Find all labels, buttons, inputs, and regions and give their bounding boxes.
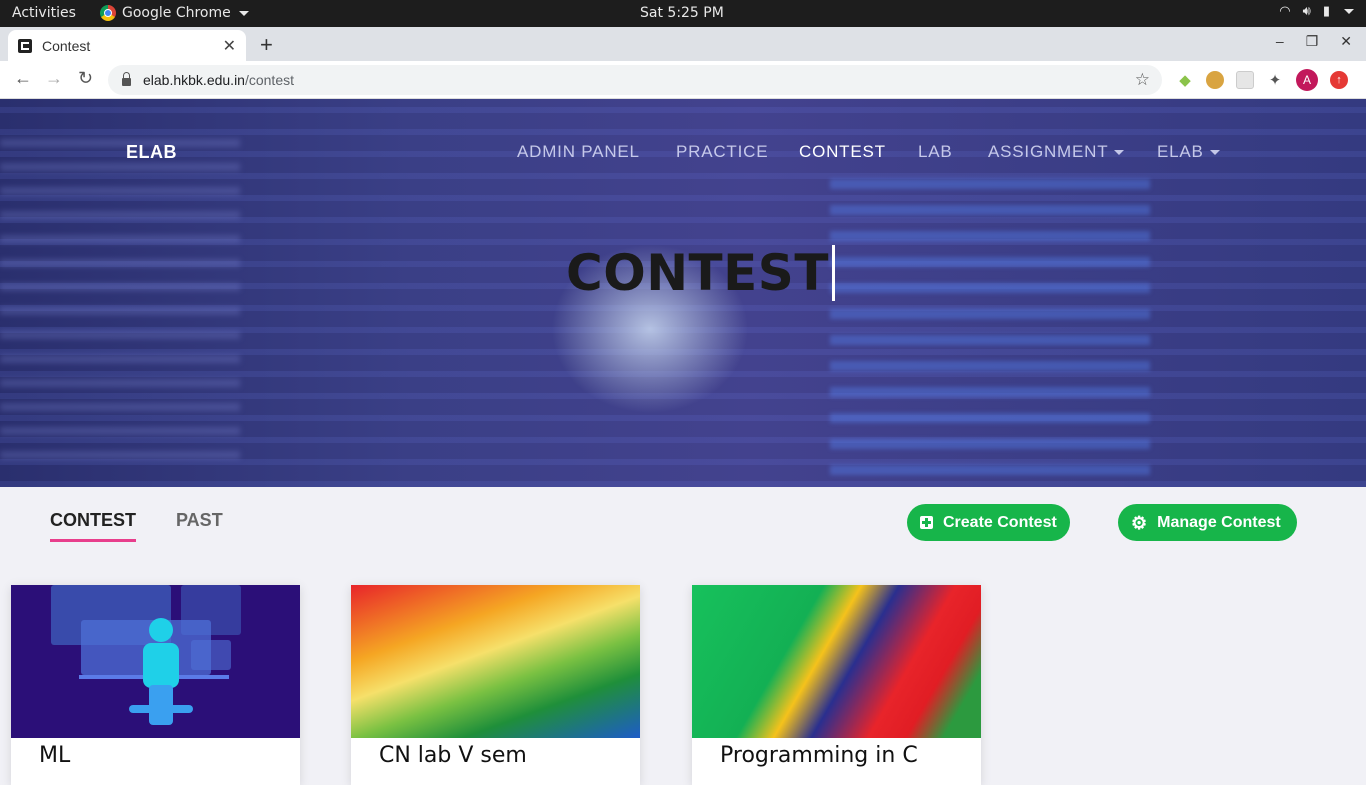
- card-title: Programming in C: [720, 743, 918, 768]
- clock[interactable]: Sat 5:25 PM: [640, 5, 724, 21]
- chevron-down-icon: [1344, 9, 1354, 14]
- nav-practice[interactable]: PRACTICE: [676, 142, 768, 162]
- nav-contest[interactable]: CONTEST: [799, 142, 886, 162]
- contest-card-ml[interactable]: ML: [11, 585, 300, 785]
- url-path: /contest: [244, 72, 294, 88]
- card-title: ML: [39, 743, 71, 768]
- app-menu[interactable]: Google Chrome: [100, 5, 249, 21]
- contest-tabs: CONTEST PAST: [50, 510, 223, 542]
- reload-icon[interactable]: ↻: [78, 68, 93, 89]
- close-tab-icon[interactable]: ✕: [223, 36, 236, 56]
- close-window-icon[interactable]: ✕: [1340, 33, 1352, 50]
- wifi-icon: ◠: [1279, 4, 1291, 19]
- browser-toolbar: ← → ↻ elab.hkbk.edu.in /contest ☆ ◆ ✦ A …: [0, 61, 1366, 99]
- developer-illustration: [51, 585, 241, 725]
- main-nav: ADMIN PANEL PRACTICE CONTEST LAB ASSIGNM…: [0, 142, 1366, 164]
- forward-arrow-icon[interactable]: →: [45, 68, 63, 89]
- cogs-icon: ⚙: [1131, 512, 1148, 533]
- background-code-image-right: [830, 179, 1150, 479]
- grid-extension-icon[interactable]: [1236, 71, 1254, 89]
- window-controls: – ❐ ✕: [1276, 33, 1352, 50]
- os-top-bar: Activities Google Chrome Sat 5:25 PM ◠ 🔊…: [0, 0, 1366, 27]
- nav-elab-label: ELAB: [1157, 142, 1204, 161]
- url-domain: elab.hkbk.edu.in: [143, 72, 245, 88]
- battery-icon: ▮: [1322, 4, 1330, 19]
- browser-tab[interactable]: Contest ✕: [8, 30, 246, 61]
- lock-icon: [122, 72, 131, 86]
- hero-banner: ELAB ADMIN PANEL PRACTICE CONTEST LAB AS…: [0, 99, 1366, 487]
- tab-past[interactable]: PAST: [176, 510, 223, 542]
- activities-button[interactable]: Activities: [12, 5, 76, 21]
- create-contest-label: Create Contest: [943, 513, 1057, 531]
- cookie-extension-icon[interactable]: [1206, 71, 1224, 89]
- update-icon[interactable]: ↑: [1330, 71, 1348, 89]
- card-image: [11, 585, 300, 738]
- chevron-down-icon: [238, 10, 249, 16]
- system-tray[interactable]: ◠ 🔊︎ ▮: [1279, 4, 1354, 19]
- back-arrow-icon[interactable]: ←: [14, 68, 32, 89]
- chrome-icon: [100, 5, 116, 21]
- page-title-text: CONTEST: [566, 244, 829, 302]
- puzzle-extensions-icon[interactable]: ✦: [1266, 71, 1284, 89]
- tab-contest[interactable]: CONTEST: [50, 510, 137, 542]
- manage-contest-label: Manage Contest: [1157, 513, 1281, 531]
- chevron-down-icon: [1209, 149, 1220, 155]
- tab-strip: Contest ✕ + – ❐ ✕: [0, 27, 1366, 61]
- nav-admin-panel[interactable]: ADMIN PANEL: [517, 142, 640, 162]
- contest-card-programming-c[interactable]: Programming in C: [692, 585, 981, 785]
- maximize-icon[interactable]: ❐: [1306, 33, 1319, 50]
- card-image: [351, 585, 640, 738]
- gem-extension-icon[interactable]: ◆: [1176, 71, 1194, 89]
- create-contest-button[interactable]: Create Contest: [907, 504, 1070, 541]
- address-bar[interactable]: elab.hkbk.edu.in /contest ☆: [108, 65, 1162, 95]
- contest-card-cn-lab[interactable]: CN lab V sem: [351, 585, 640, 785]
- typing-cursor: [831, 245, 835, 301]
- extensions-area: ◆ ✦ A ↑: [1176, 69, 1348, 91]
- bookmark-star-icon[interactable]: ☆: [1135, 70, 1150, 90]
- chevron-down-icon: [1114, 149, 1125, 155]
- plus-square-icon: [920, 516, 933, 529]
- nav-elab[interactable]: ELAB: [1157, 142, 1220, 162]
- new-tab-button[interactable]: +: [260, 32, 273, 58]
- tab-title: Contest: [42, 37, 91, 54]
- app-name: Google Chrome: [122, 5, 231, 21]
- nav-assignment-label: ASSIGNMENT: [988, 142, 1109, 161]
- card-title: CN lab V sem: [379, 743, 527, 768]
- background-code-image: [0, 139, 240, 469]
- minimize-icon[interactable]: –: [1276, 33, 1284, 50]
- page-title: CONTEST: [566, 244, 835, 302]
- manage-contest-button[interactable]: ⚙ Manage Contest: [1118, 504, 1297, 541]
- site-favicon-icon: [18, 38, 32, 53]
- card-image: [692, 585, 981, 738]
- nav-lab[interactable]: LAB: [918, 142, 953, 162]
- volume-icon: 🔊︎: [1302, 4, 1311, 19]
- profile-avatar[interactable]: A: [1296, 69, 1318, 91]
- nav-assignment[interactable]: ASSIGNMENT: [988, 142, 1125, 162]
